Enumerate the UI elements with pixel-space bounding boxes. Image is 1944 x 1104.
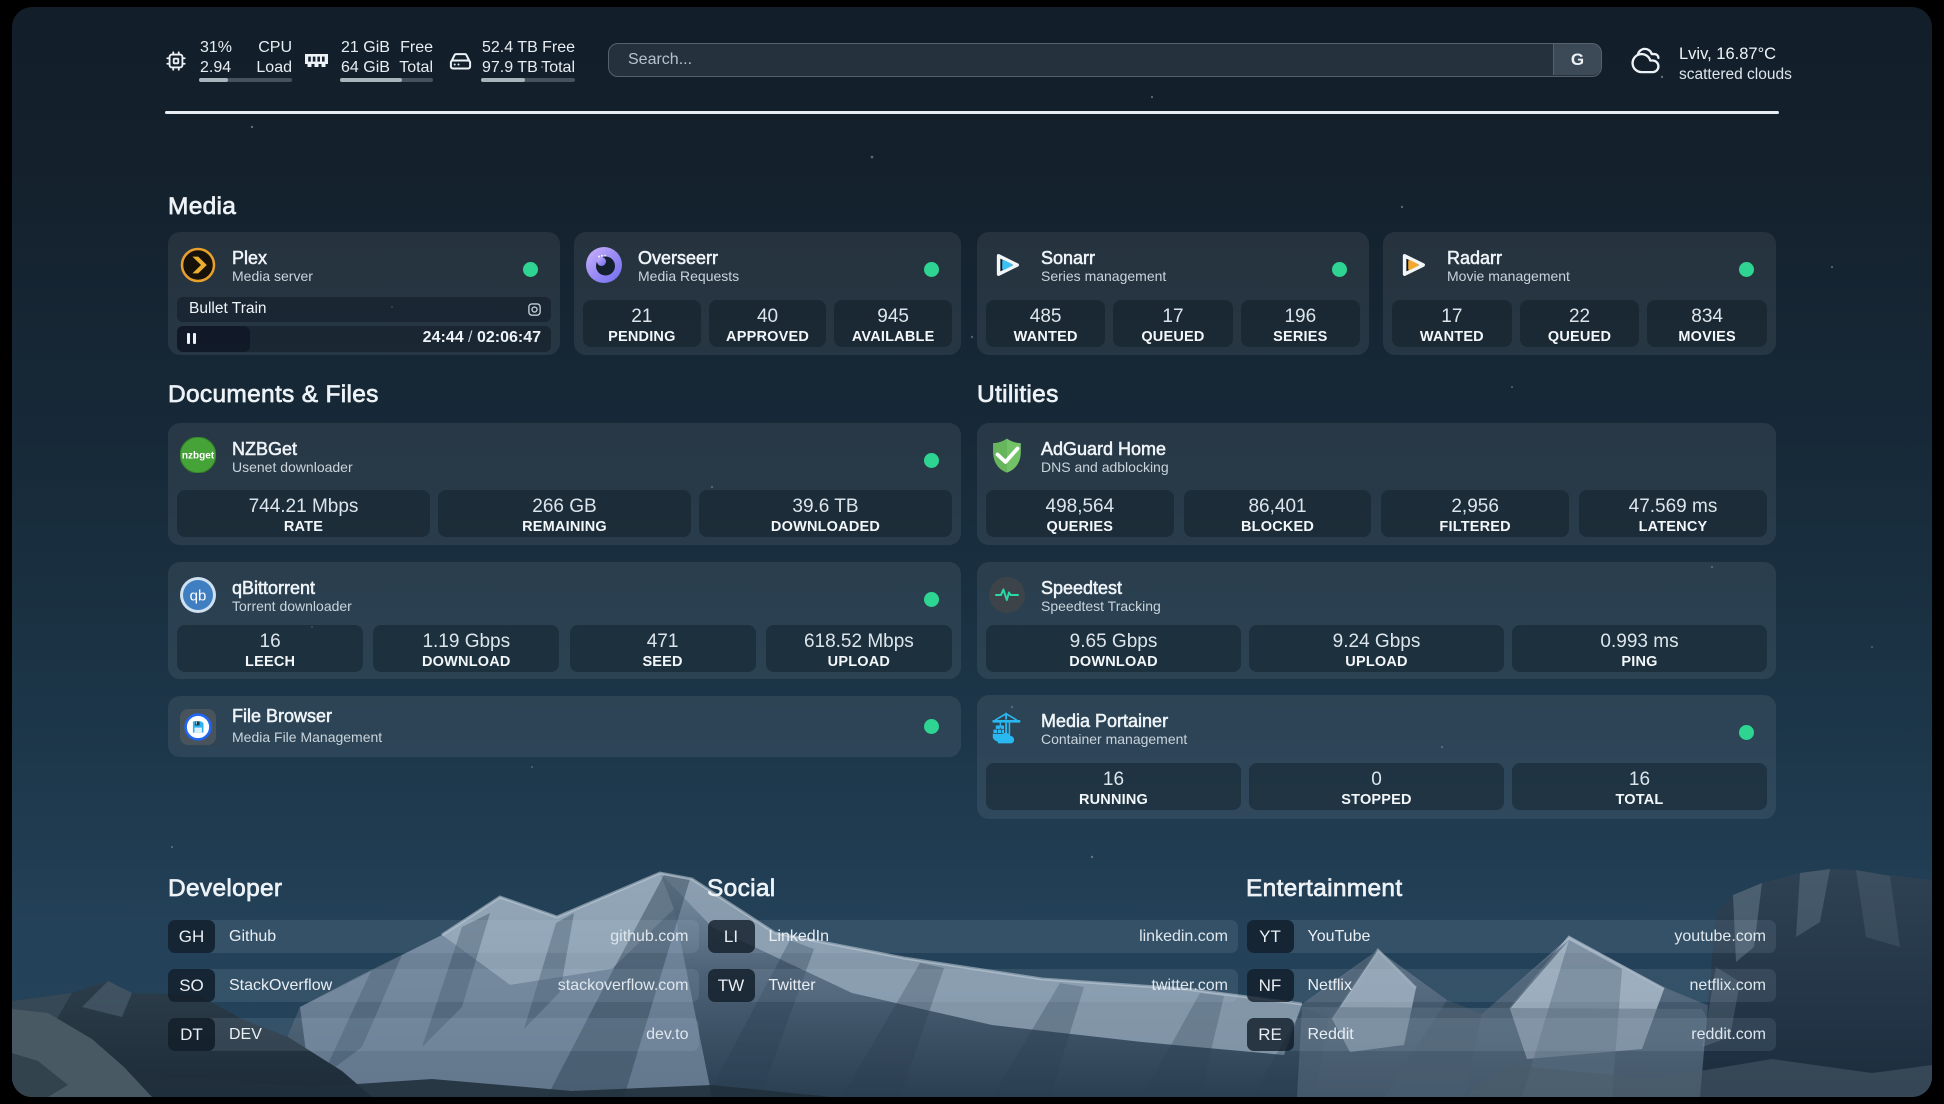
- svg-text:nzbget: nzbget: [182, 451, 215, 462]
- svg-text:qb: qb: [190, 588, 207, 605]
